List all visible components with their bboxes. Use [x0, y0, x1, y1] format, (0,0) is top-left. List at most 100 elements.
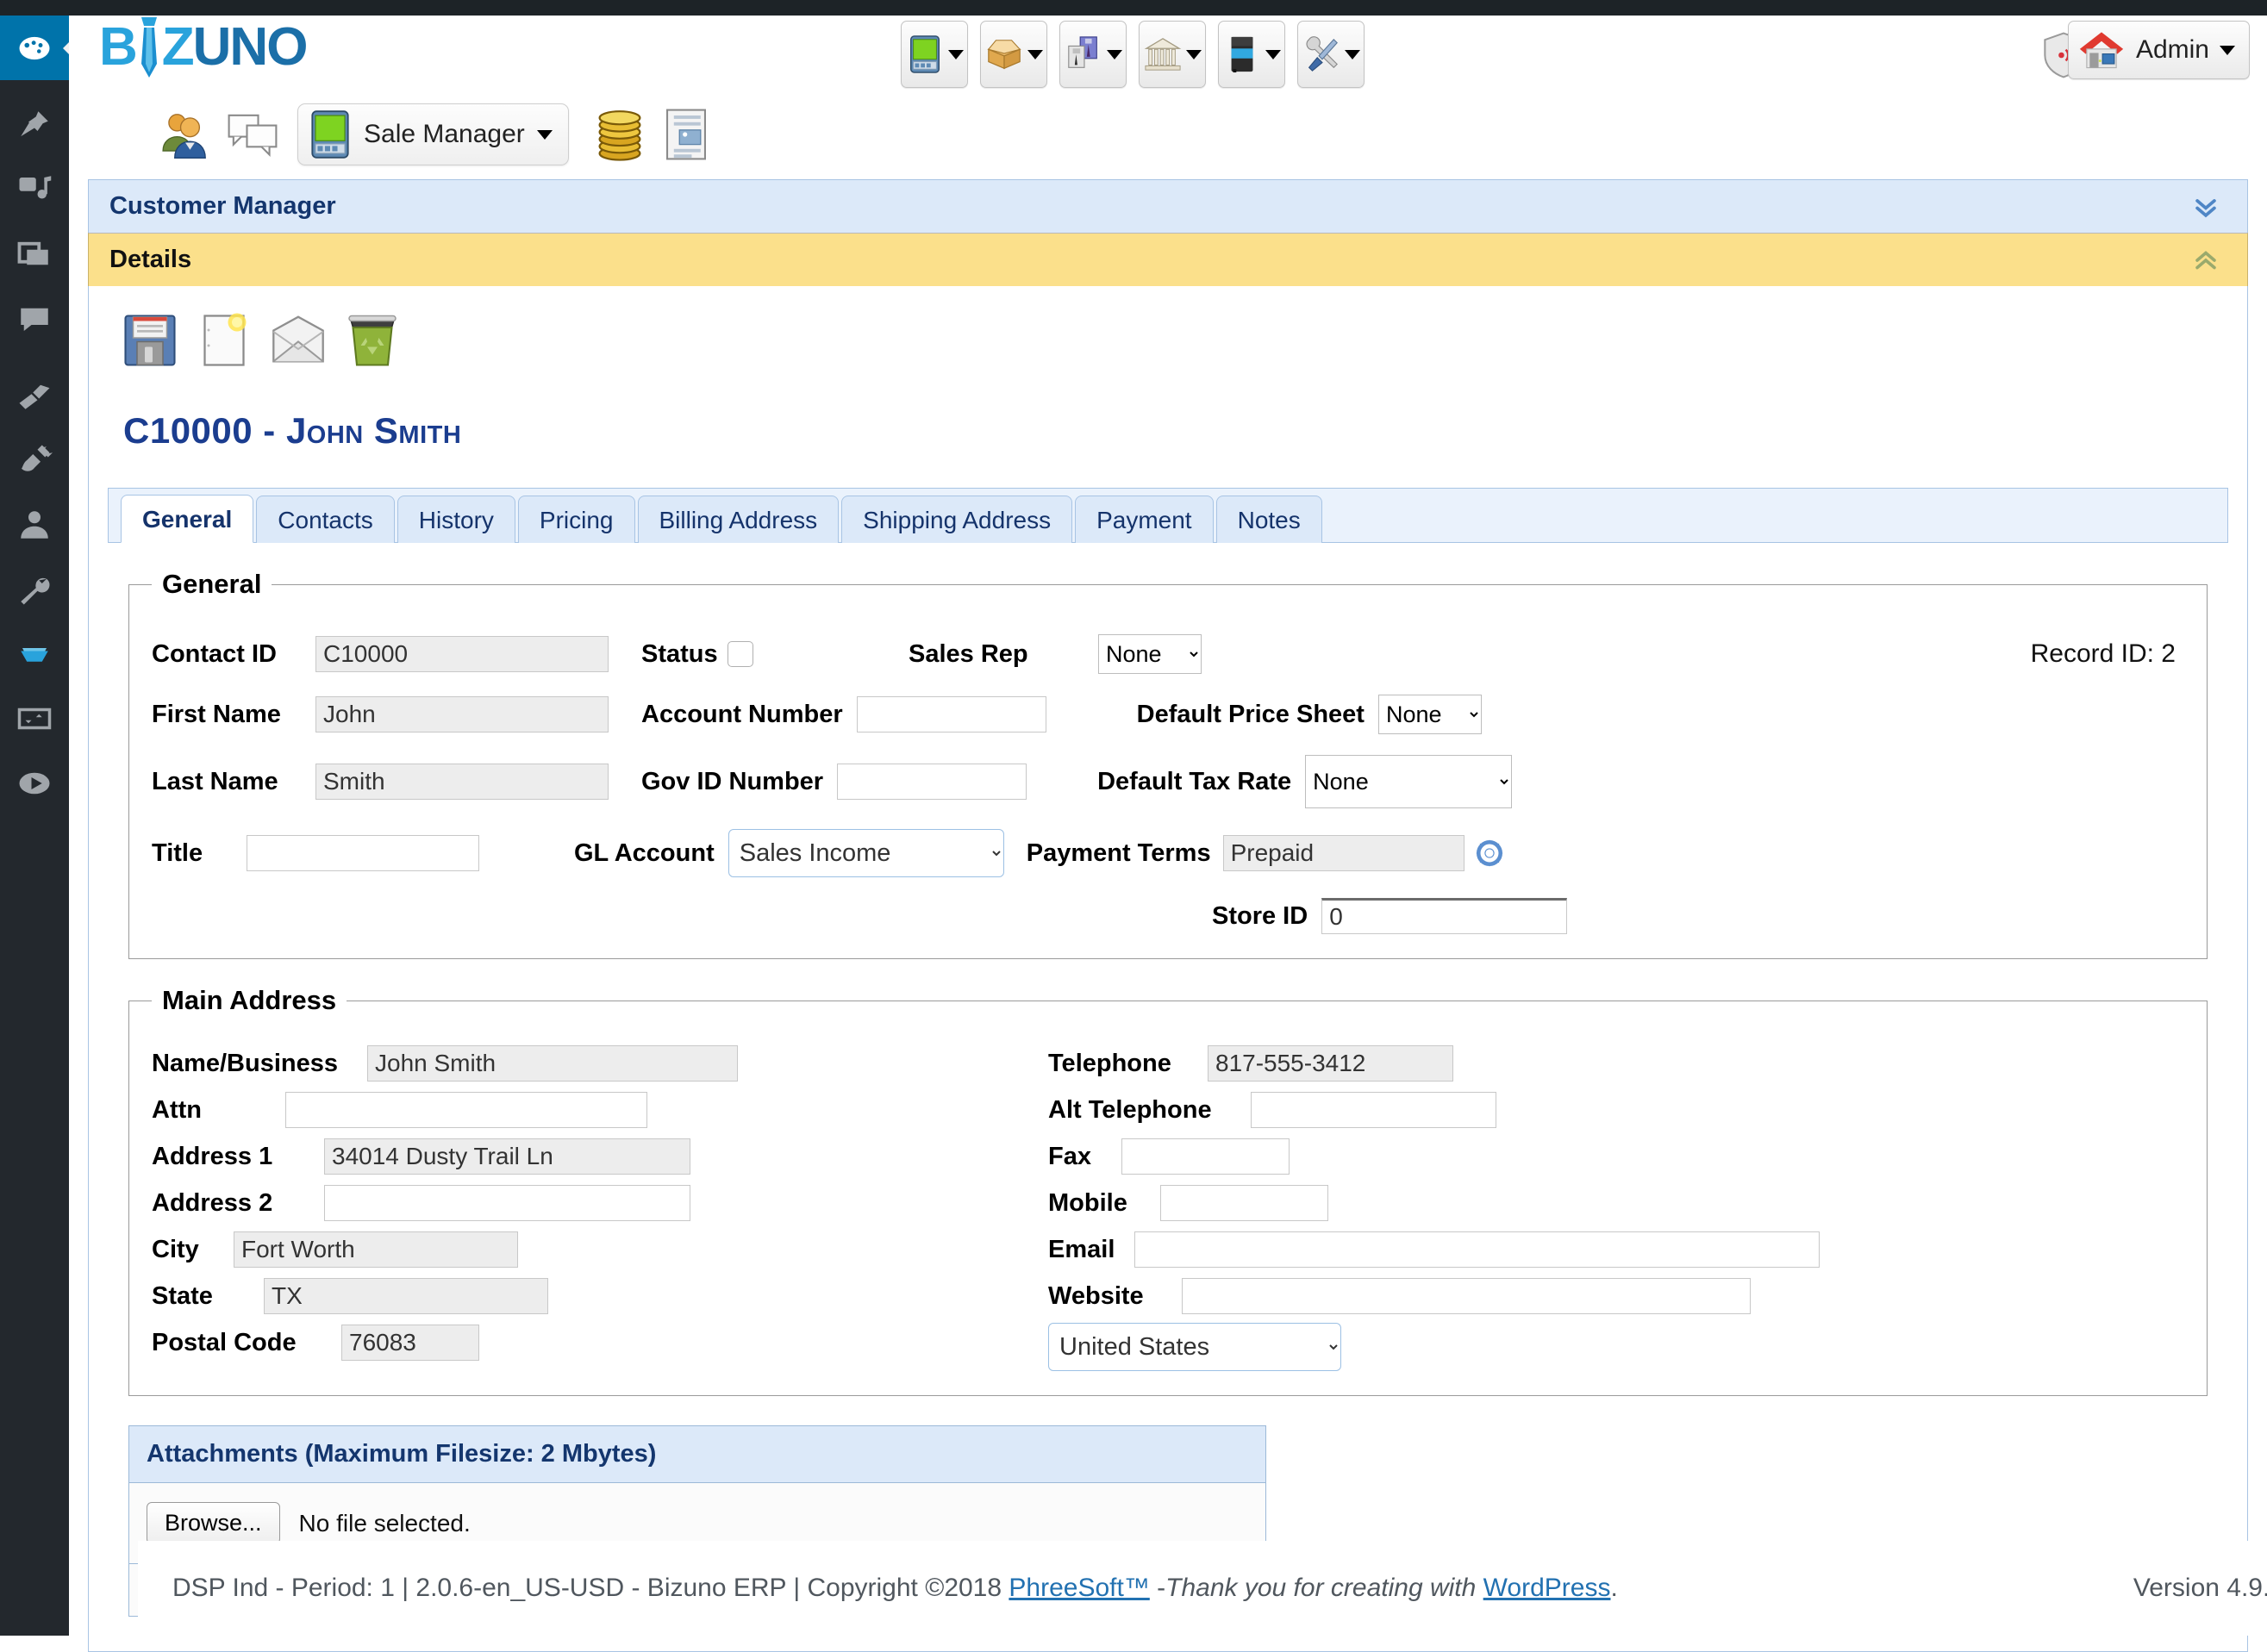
module-sales-button[interactable]: [901, 21, 968, 88]
payment-terms-field[interactable]: [1223, 835, 1464, 871]
contact-id-field[interactable]: [315, 636, 609, 672]
label-payment-terms: Payment Terms: [1027, 839, 1211, 868]
phreesoft-link[interactable]: PhreeSoft™: [1009, 1574, 1149, 1602]
label-fax: Fax: [1048, 1143, 1121, 1171]
label-first-name: First Name: [152, 701, 315, 729]
state-field[interactable]: [264, 1278, 548, 1314]
tab-notes[interactable]: Notes: [1216, 496, 1322, 543]
name-business-field[interactable]: [367, 1045, 738, 1082]
sidebar-item-player[interactable]: [0, 751, 69, 815]
chevron-double-up-icon[interactable]: [2190, 246, 2221, 275]
app-footer: DSP Ind - Period: 1 | 2.0.6-en_US-USD - …: [138, 1541, 2267, 1636]
city-field[interactable]: [234, 1231, 518, 1268]
mobile-field[interactable]: [1160, 1185, 1328, 1221]
tab-billing-address[interactable]: Billing Address: [638, 496, 840, 543]
module-purchase-button[interactable]: [1059, 21, 1127, 88]
attachments-header: Attachments (Maximum Filesize: 2 Mbytes): [129, 1426, 1265, 1483]
new-document-icon[interactable]: [196, 312, 253, 369]
main-address-legend: Main Address: [152, 985, 347, 1016]
tab-history[interactable]: History: [397, 496, 515, 543]
chevron-down-icon: [2220, 46, 2235, 55]
document-icon[interactable]: [664, 108, 709, 161]
address-left-column: Name/Business Attn Address 1 Addres: [152, 1045, 1048, 1371]
record-id-label: Record ID: 2: [2031, 639, 2176, 669]
sidebar-item-dashboard[interactable]: [0, 16, 69, 80]
wordpress-link[interactable]: WordPress: [1483, 1574, 1611, 1602]
messages-icon[interactable]: [227, 109, 278, 160]
gl-account-select[interactable]: Sales Income: [728, 829, 1004, 877]
sidebar-item-users[interactable]: [0, 492, 69, 557]
contacts-icon[interactable]: [159, 109, 211, 160]
details-panel-body: C10000 - John Smith General Contacts His…: [88, 286, 2248, 1652]
sidebar-item-plugins[interactable]: [0, 427, 69, 492]
label-gl-account: GL Account: [574, 839, 715, 868]
module-reports-button[interactable]: [1218, 21, 1285, 88]
purchase-icon: [1065, 35, 1102, 73]
dashboard-icon: [16, 30, 53, 66]
sidebar-item-tools[interactable]: [0, 557, 69, 621]
sidebar-item-appearance[interactable]: [0, 363, 69, 427]
tab-pricing[interactable]: Pricing: [518, 496, 635, 543]
envelope-icon[interactable]: [270, 312, 327, 369]
module-inventory-button[interactable]: [980, 21, 1047, 88]
main-content: Customer Manager Details: [69, 179, 2267, 1652]
tab-shipping-address[interactable]: Shipping Address: [841, 496, 1072, 543]
sidebar-top-strip: [0, 0, 69, 16]
gov-id-field[interactable]: [837, 764, 1027, 800]
tab-contacts[interactable]: Contacts: [256, 496, 395, 543]
store-id-field[interactable]: [1321, 898, 1567, 934]
comment-icon: [16, 301, 53, 337]
sidebar-item-pin[interactable]: [0, 92, 69, 157]
app-header: B ZUNO: [69, 16, 2267, 179]
tax-rate-select[interactable]: None: [1305, 755, 1512, 808]
admin-menu-button[interactable]: Admin: [2068, 21, 2250, 79]
record-separator: -: [253, 410, 286, 451]
label-telephone: Telephone: [1048, 1050, 1208, 1078]
last-name-field[interactable]: [315, 764, 609, 800]
tab-general[interactable]: General: [121, 495, 253, 543]
coins-icon[interactable]: [591, 106, 648, 163]
module-selector-button[interactable]: Sale Manager: [297, 103, 569, 165]
first-name-field[interactable]: [315, 696, 609, 732]
address2-field[interactable]: [324, 1185, 690, 1221]
floppy-save-icon[interactable]: [122, 312, 178, 369]
record-code: C10000: [123, 410, 253, 451]
label-address2: Address 2: [152, 1189, 324, 1218]
chevron-double-down-icon[interactable]: [2190, 192, 2221, 221]
admin-label: Admin: [2136, 35, 2209, 65]
postal-code-field[interactable]: [341, 1325, 479, 1361]
label-attn: Attn: [152, 1096, 285, 1125]
tab-payment[interactable]: Payment: [1075, 496, 1214, 543]
sidebar-item-media[interactable]: [0, 157, 69, 221]
sidebar-divider-2: [0, 351, 69, 363]
country-select[interactable]: United States: [1048, 1323, 1341, 1371]
attn-field[interactable]: [285, 1092, 647, 1128]
status-checkbox[interactable]: [728, 641, 753, 667]
alt-telephone-field[interactable]: [1251, 1092, 1496, 1128]
box-icon: [985, 35, 1023, 73]
sidebar-item-collapse[interactable]: [0, 686, 69, 751]
title-field[interactable]: [247, 835, 479, 871]
module-banking-button[interactable]: [1139, 21, 1206, 88]
sidebar-item-comments[interactable]: [0, 286, 69, 351]
fax-field[interactable]: [1121, 1138, 1290, 1175]
telephone-field[interactable]: [1208, 1045, 1453, 1082]
sidebar-item-settings[interactable]: [0, 621, 69, 686]
module-toolbar: [901, 21, 1365, 88]
sales-rep-select[interactable]: None: [1098, 634, 1202, 674]
gear-icon[interactable]: [1475, 838, 1504, 868]
website-field[interactable]: [1182, 1278, 1751, 1314]
browse-button[interactable]: Browse...: [147, 1502, 280, 1544]
price-sheet-select[interactable]: None: [1378, 695, 1482, 734]
module-tools-button[interactable]: [1297, 21, 1365, 88]
trash-icon[interactable]: [344, 312, 401, 369]
plug-icon: [16, 442, 53, 478]
email-field[interactable]: [1134, 1231, 1820, 1268]
sidebar-item-pages[interactable]: [0, 221, 69, 286]
account-number-field[interactable]: [857, 696, 1046, 732]
details-panel-header[interactable]: Details: [88, 233, 2248, 286]
logo-b: B: [99, 17, 136, 77]
address1-field[interactable]: [324, 1138, 690, 1175]
customer-manager-panel-header[interactable]: Customer Manager: [88, 179, 2248, 233]
pda-green-icon: [906, 35, 944, 73]
